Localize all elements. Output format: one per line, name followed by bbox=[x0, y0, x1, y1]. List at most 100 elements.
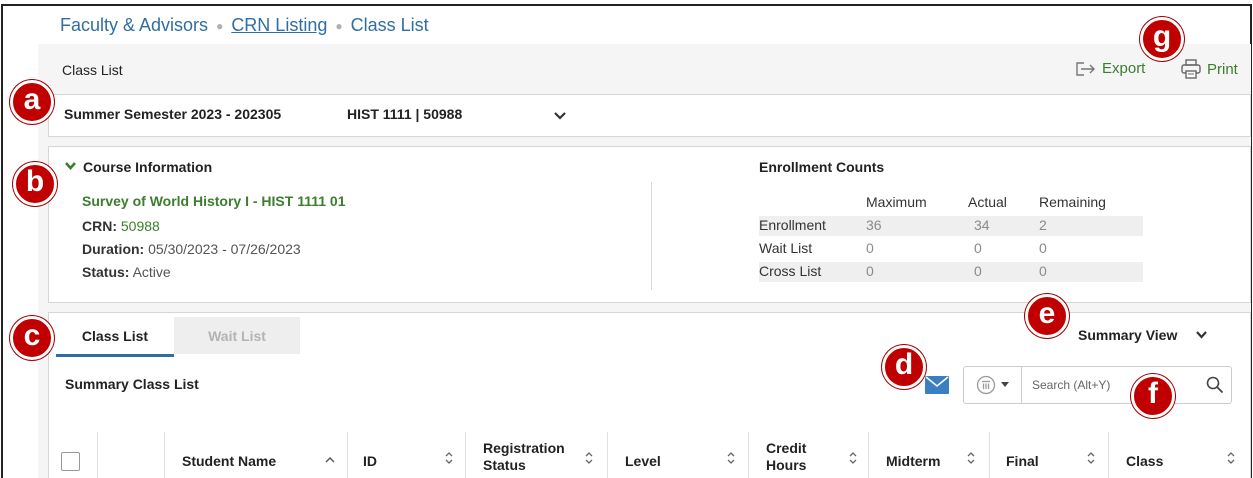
crosslist-maximum: 0 bbox=[866, 263, 874, 279]
enrollment-row: Enrollment 36 34 2 bbox=[759, 216, 1143, 236]
breadcrumb: Faculty & Advisors ● CRN Listing ● Class… bbox=[60, 15, 429, 36]
callout-a: a bbox=[10, 80, 54, 124]
crn-line: CRN: 50988 bbox=[82, 218, 160, 234]
column-header-class[interactable]: Class bbox=[1126, 453, 1163, 470]
column-header-label: Final bbox=[1006, 453, 1039, 469]
waitlist-actual: 0 bbox=[974, 240, 982, 256]
export-icon bbox=[1076, 61, 1095, 76]
sort-icon bbox=[1087, 452, 1095, 464]
sort-icon bbox=[585, 452, 593, 464]
select-all-checkbox[interactable] bbox=[61, 452, 80, 471]
enrollment-col-maximum: Maximum bbox=[866, 194, 927, 210]
callout-f: f bbox=[1131, 374, 1175, 418]
status-line: Status: Active bbox=[82, 264, 171, 280]
term-dropdown-toggle[interactable] bbox=[553, 108, 567, 126]
envelope-icon bbox=[925, 376, 949, 394]
crosslist-actual: 0 bbox=[974, 263, 982, 279]
crosslist-row: Cross List 0 0 0 bbox=[759, 262, 1143, 282]
panel-divider bbox=[651, 182, 652, 290]
crn-label: CRN: bbox=[82, 218, 117, 234]
crn-link[interactable]: 50988 bbox=[121, 218, 160, 234]
column-header-final[interactable]: Final bbox=[1006, 453, 1039, 470]
column-separator bbox=[1108, 432, 1109, 478]
column-header-credit-hours[interactable]: Credit Hours bbox=[766, 440, 806, 474]
waitlist-row-label: Wait List bbox=[759, 240, 813, 256]
duration-label: Duration: bbox=[82, 241, 145, 257]
sort-ascending-icon bbox=[325, 457, 335, 463]
course-crn-label: HIST 1111 | 50988 bbox=[347, 106, 463, 122]
search-box bbox=[1022, 366, 1232, 404]
sort-icon bbox=[1227, 452, 1235, 464]
column-header-label: Registration bbox=[483, 440, 565, 456]
waitlist-maximum: 0 bbox=[866, 240, 874, 256]
enrollment-maximum: 36 bbox=[866, 217, 882, 233]
page-title: Class List bbox=[62, 62, 123, 78]
column-header-label: Midterm bbox=[886, 453, 941, 469]
column-header-label: Credit bbox=[766, 440, 807, 456]
crosslist-row-label: Cross List bbox=[759, 263, 822, 279]
column-separator bbox=[97, 432, 98, 478]
column-separator bbox=[465, 432, 466, 478]
breadcrumb-separator: ● bbox=[335, 18, 343, 33]
duration-value: 05/30/2023 - 07/26/2023 bbox=[148, 241, 301, 257]
view-selector[interactable]: Summary View bbox=[1078, 327, 1208, 343]
status-value: Active bbox=[132, 264, 171, 280]
column-header-label: Class bbox=[1126, 453, 1164, 469]
column-separator bbox=[607, 432, 608, 478]
course-name: Survey of World History I - HIST 1111 01 bbox=[82, 193, 346, 209]
column-filter-button[interactable] bbox=[963, 366, 1022, 404]
column-header-label: Student Name bbox=[182, 453, 277, 469]
term-label: Summer Semester 2023 - 202305 bbox=[64, 106, 282, 122]
print-button[interactable]: Print bbox=[1180, 58, 1238, 80]
sort-icon bbox=[727, 452, 735, 464]
column-separator bbox=[748, 432, 749, 478]
enrollment-actual: 34 bbox=[974, 217, 990, 233]
enrollment-col-remaining: Remaining bbox=[1039, 194, 1106, 210]
callout-e: e bbox=[1025, 294, 1069, 338]
column-separator bbox=[164, 432, 165, 478]
search-button[interactable] bbox=[1206, 376, 1224, 399]
callout-d: d bbox=[882, 345, 926, 389]
tab-wait-list[interactable]: Wait List bbox=[174, 317, 300, 354]
column-header-id[interactable]: ID bbox=[363, 453, 377, 470]
callout-g: g bbox=[1140, 17, 1184, 61]
callout-c: c bbox=[10, 316, 54, 360]
column-header-registration-status[interactable]: Registration Status bbox=[483, 440, 565, 474]
view-selector-label: Summary View bbox=[1078, 327, 1178, 343]
caret-down-icon bbox=[1000, 382, 1009, 387]
breadcrumb-separator: ● bbox=[216, 18, 224, 33]
column-header-label: Level bbox=[625, 453, 661, 469]
column-separator bbox=[347, 432, 348, 478]
waitlist-remaining: 0 bbox=[1039, 240, 1047, 256]
chevron-down-icon bbox=[1196, 331, 1208, 339]
tab-class-list[interactable]: Class List bbox=[56, 317, 174, 357]
chevron-down-icon bbox=[554, 112, 566, 120]
crosslist-remaining: 0 bbox=[1039, 263, 1047, 279]
export-label: Export bbox=[1102, 60, 1146, 77]
enrollment-counts-header: Enrollment Counts bbox=[759, 159, 885, 175]
chevron-down-icon bbox=[65, 162, 76, 170]
column-header-level[interactable]: Level bbox=[625, 453, 661, 470]
breadcrumb-faculty-advisors[interactable]: Faculty & Advisors bbox=[60, 15, 208, 36]
breadcrumb-crn-listing[interactable]: CRN Listing bbox=[231, 15, 327, 36]
search-icon bbox=[1206, 376, 1224, 394]
duration-line: Duration: 05/30/2023 - 07/26/2023 bbox=[82, 241, 301, 257]
column-header-label-line2: Status bbox=[483, 457, 526, 473]
course-info-header: Course Information bbox=[83, 159, 213, 175]
sort-icon bbox=[445, 452, 453, 464]
column-separator bbox=[868, 432, 869, 478]
print-label: Print bbox=[1207, 60, 1238, 78]
column-separator bbox=[989, 432, 990, 478]
sort-icon bbox=[967, 452, 975, 464]
waitlist-row: Wait List 0 0 0 bbox=[759, 239, 1143, 259]
enrollment-remaining: 2 bbox=[1039, 217, 1047, 233]
sort-icon bbox=[849, 452, 857, 464]
printer-icon bbox=[1181, 59, 1201, 79]
email-button[interactable] bbox=[925, 376, 949, 399]
export-button[interactable]: Export bbox=[1075, 60, 1145, 77]
column-header-student-name[interactable]: Student Name bbox=[182, 453, 276, 470]
enrollment-col-actual: Actual bbox=[968, 194, 1007, 210]
column-header-midterm[interactable]: Midterm bbox=[886, 453, 940, 470]
breadcrumb-class-list: Class List bbox=[350, 15, 429, 35]
course-info-collapse-toggle[interactable] bbox=[64, 158, 77, 176]
